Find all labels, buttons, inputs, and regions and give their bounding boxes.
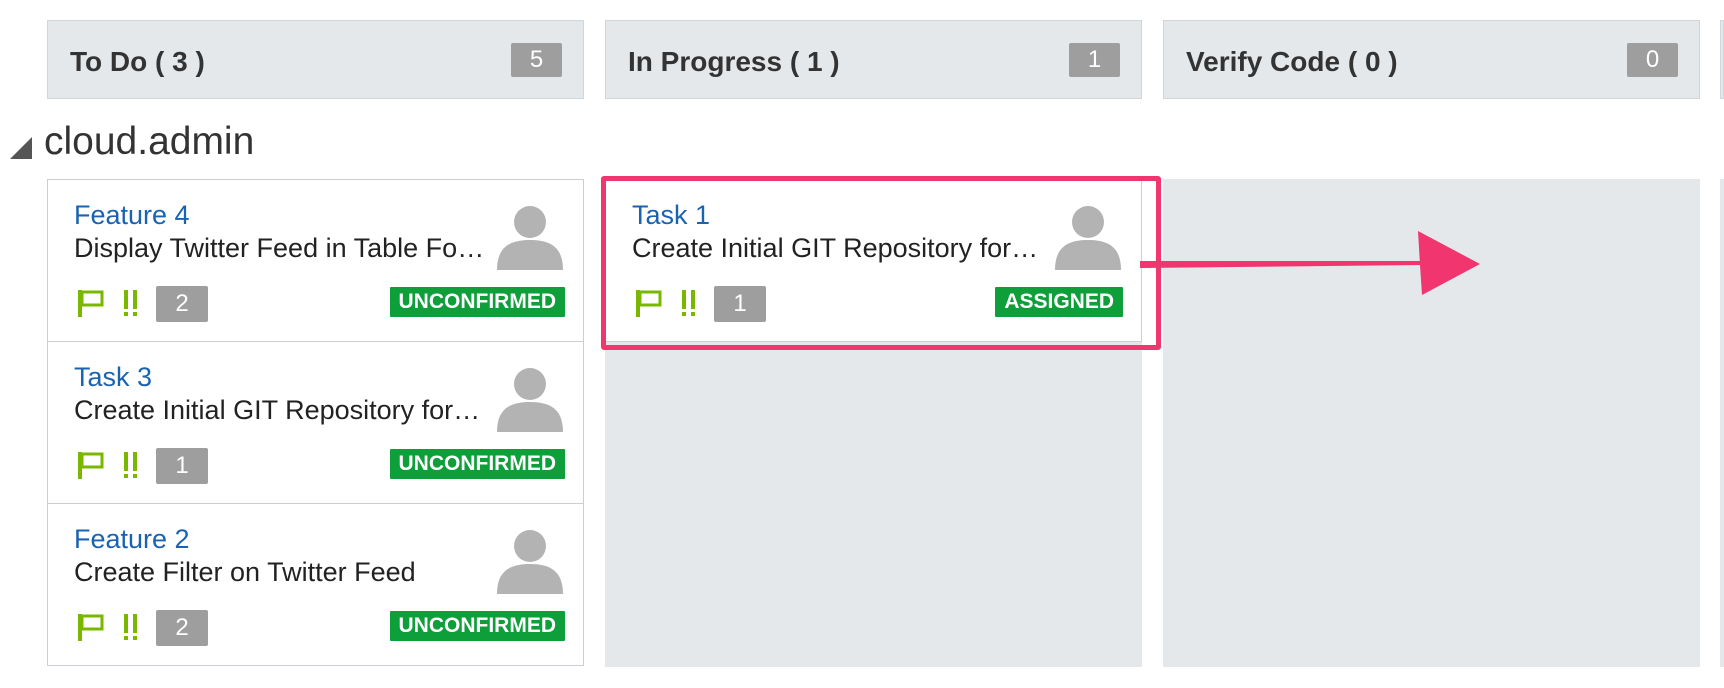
story-points-badge: 1	[156, 448, 208, 484]
card-description: Display Twitter Feed in Table Format	[74, 233, 486, 263]
story-points-badge: 2	[156, 610, 208, 646]
column-title: In Progress ( 1 )	[628, 46, 840, 77]
column-title: To Do ( 3 )	[70, 46, 205, 77]
double-exclamation-icon[interactable]	[123, 612, 139, 642]
card-title-link[interactable]: Feature 4	[74, 200, 190, 231]
task-card[interactable]: Task 1 Create Initial GIT Repository for…	[605, 179, 1142, 342]
card-description: Create Initial GIT Repository for Projec…	[74, 395, 486, 425]
drag-arrow-annotation	[1140, 231, 1480, 295]
task-card[interactable]: Feature 4 Display Twitter Feed in Table …	[47, 179, 584, 342]
card-title-link[interactable]: Task 3	[74, 362, 152, 393]
column-header-todo[interactable]: To Do ( 3 ) 5	[47, 20, 584, 99]
card-title-link[interactable]: Task 1	[632, 200, 710, 231]
flag-icon[interactable]	[634, 288, 662, 318]
column-count-badge: 0	[1627, 43, 1678, 77]
swimlane-group-name: cloud.admin	[44, 120, 255, 163]
task-card[interactable]: Task 3 Create Initial GIT Repository for…	[47, 341, 584, 504]
lane-in-progress[interactable]: Task 1 Create Initial GIT Repository for…	[605, 179, 1142, 667]
double-exclamation-icon[interactable]	[123, 288, 139, 318]
status-badge: UNCONFIRMED	[389, 449, 565, 479]
lane-next-partial	[1720, 179, 1724, 667]
double-exclamation-icon[interactable]	[681, 288, 697, 318]
status-badge: UNCONFIRMED	[389, 611, 565, 641]
column-header-next-partial	[1720, 20, 1724, 99]
story-points-badge: 2	[156, 286, 208, 322]
flag-icon[interactable]	[76, 450, 104, 480]
column-header-verify-code[interactable]: Verify Code ( 0 ) 0	[1163, 20, 1700, 99]
user-avatar-icon	[497, 206, 563, 270]
column-count-badge: 1	[1069, 43, 1120, 77]
flag-icon[interactable]	[76, 612, 104, 642]
column-title: Verify Code ( 0 )	[1186, 46, 1398, 77]
user-avatar-icon	[497, 368, 563, 432]
card-title-link[interactable]: Feature 2	[74, 524, 190, 555]
status-badge: UNCONFIRMED	[389, 287, 565, 317]
status-badge: ASSIGNED	[995, 287, 1123, 317]
user-avatar-icon	[1055, 206, 1121, 270]
column-count-badge: 5	[511, 43, 562, 77]
story-points-badge: 1	[714, 286, 766, 322]
triangle-down-icon[interactable]	[10, 137, 32, 159]
lane-todo: Feature 4 Display Twitter Feed in Table …	[47, 179, 584, 667]
double-exclamation-icon[interactable]	[123, 450, 139, 480]
flag-icon[interactable]	[76, 288, 104, 318]
task-card[interactable]: Feature 2 Create Filter on Twitter Feed …	[47, 503, 584, 666]
card-description: Create Initial GIT Repository for Projec…	[632, 233, 1044, 263]
user-avatar-icon	[497, 530, 563, 594]
column-header-in-progress[interactable]: In Progress ( 1 ) 1	[605, 20, 1142, 99]
card-description: Create Filter on Twitter Feed	[74, 557, 416, 587]
